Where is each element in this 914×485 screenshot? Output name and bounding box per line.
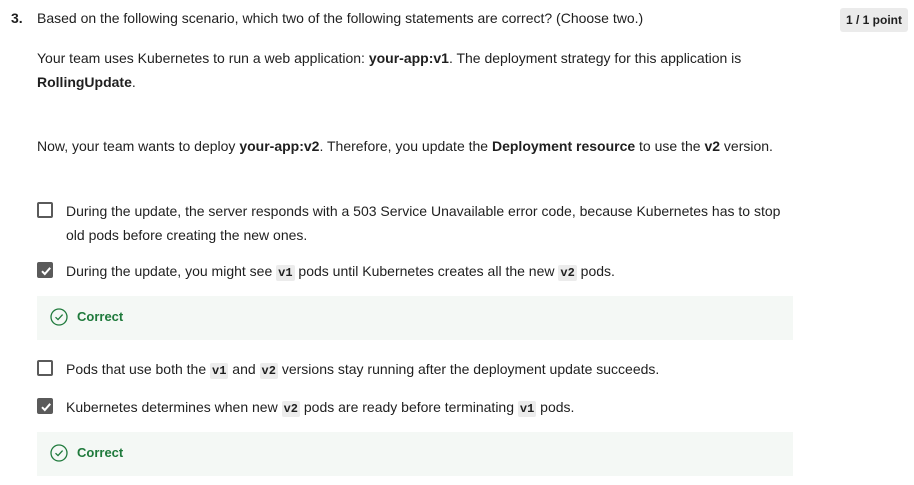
checkbox-unchecked[interactable] <box>37 202 53 218</box>
code-v1: v1 <box>210 363 229 379</box>
points-badge: 1 / 1 point <box>840 8 908 32</box>
option-text: versions stay running after the deployme… <box>277 361 660 377</box>
scenario-text: version. <box>720 138 773 154</box>
question-text: Based on the following scenario, which t… <box>37 10 644 26</box>
checkmark-icon <box>41 403 51 412</box>
checkbox-unchecked[interactable] <box>37 360 53 376</box>
option-text: Pods that use both the <box>66 361 210 377</box>
checkmark-icon <box>41 267 51 276</box>
option-label: During the update, the server responds w… <box>66 203 781 243</box>
app-v2-name: your-app:v2 <box>239 138 320 154</box>
code-v2: v2 <box>558 265 577 281</box>
code-v1: v1 <box>517 401 537 417</box>
scenario-paragraph-2: Now, your team wants to deploy your-app:… <box>37 134 807 158</box>
scenario-text: . <box>131 74 136 90</box>
check-circle-icon <box>50 308 68 326</box>
checkbox-checked[interactable] <box>37 262 53 278</box>
resource-name: Deployment resource <box>491 138 636 154</box>
option-text: and <box>228 361 260 377</box>
scenario-text: . The deployment strategy for this appli… <box>448 50 742 66</box>
scenario-text: Now, your team wants to deploy <box>37 138 240 154</box>
feedback-label: Correct <box>77 309 124 324</box>
option-4[interactable]: Kubernetes determines when new v2 pods a… <box>37 395 797 419</box>
option-1[interactable]: During the update, the server responds w… <box>37 199 797 247</box>
code-v2: v2 <box>259 363 278 379</box>
check-circle-icon <box>50 444 68 462</box>
option-label: During the update, you might see v1 pods… <box>66 259 786 285</box>
option-text: pods until Kubernetes creates all the ne… <box>294 263 559 279</box>
option-text: pods. <box>536 399 575 415</box>
version-name: v2 <box>704 138 721 154</box>
option-text: pods are ready before terminating <box>299 399 518 415</box>
strategy-name: RollingUpdate <box>37 74 132 90</box>
option-2[interactable]: During the update, you might see v1 pods… <box>37 259 797 283</box>
feedback-label: Correct <box>77 445 124 460</box>
scenario-paragraph-1: Your team uses Kubernetes to run a web a… <box>37 46 807 94</box>
app-v1-name: your-app:v1 <box>368 50 449 66</box>
code-v1: v1 <box>276 265 295 281</box>
feedback-correct: Correct <box>37 432 793 476</box>
option-3[interactable]: Pods that use both the v1 and v2 version… <box>37 357 797 381</box>
feedback-correct: Correct <box>37 296 793 340</box>
option-text: During the update, you might see <box>66 263 277 279</box>
option-label: Kubernetes determines when new v2 pods a… <box>66 395 786 421</box>
scenario-text: to use the <box>635 138 705 154</box>
option-text: pods. <box>576 263 615 279</box>
code-v2: v2 <box>281 401 300 417</box>
option-text: Kubernetes determines when new <box>66 399 282 415</box>
option-label: Pods that use both the v1 and v2 version… <box>66 357 786 383</box>
checkbox-checked[interactable] <box>37 398 53 414</box>
question-number: 3. <box>11 10 23 26</box>
scenario-text: Your team uses Kubernetes to run a web a… <box>37 50 369 66</box>
scenario-text: . Therefore, you update the <box>319 138 492 154</box>
